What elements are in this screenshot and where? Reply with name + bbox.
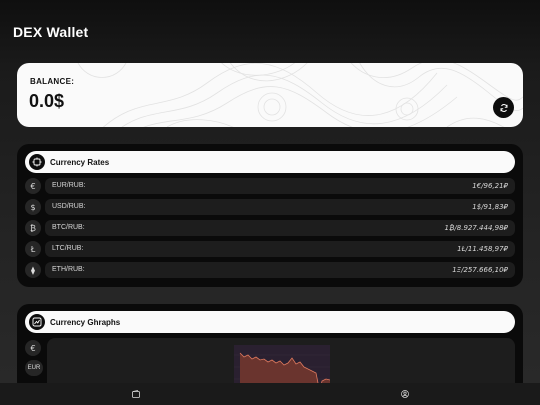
rate-pair: LTC/RUB:	[52, 245, 84, 252]
rate-value: 1Ξ/257.666,10₽	[452, 266, 508, 274]
currency-graphs-panel: Currency Ghraphs € EUR	[17, 304, 523, 394]
wallet-icon	[132, 390, 140, 398]
chart-icon	[29, 314, 45, 330]
rate-pair: ETH/RUB:	[52, 266, 85, 273]
topographic-pattern	[77, 63, 523, 127]
balance-card: BALANCE: 0.0$	[17, 63, 523, 127]
rate-row-ltc[interactable]: Ł LTC/RUB: 1Ł/11.458,97₽	[25, 241, 515, 257]
rate-row-eth[interactable]: ⧫ ETH/RUB: 1Ξ/257.666,10₽	[25, 262, 515, 278]
currency-graphs-title: Currency Ghraphs	[50, 317, 121, 327]
bitcoin-icon: ₿	[25, 220, 41, 236]
rate-row-eur[interactable]: € EUR/RUB: 1€/96,21₽	[25, 178, 515, 194]
rate-pair: EUR/RUB:	[52, 182, 86, 189]
rate-bar: EUR/RUB: 1€/96,21₽	[45, 178, 515, 194]
app-title: DEX Wallet	[13, 24, 89, 40]
rate-bar: USD/RUB: 1$/91,83₽	[45, 199, 515, 215]
refresh-icon	[500, 103, 507, 112]
bottom-nav	[0, 383, 540, 405]
rate-value: 1₿/8.927.444,98₽	[444, 224, 508, 232]
nav-profile[interactable]	[399, 388, 411, 400]
rate-pair: BTC/RUB:	[52, 224, 85, 231]
dollar-icon: $	[25, 199, 41, 215]
user-icon	[401, 390, 409, 398]
rate-value: 1Ł/11.458,97₽	[457, 245, 508, 253]
euro-icon[interactable]: €	[25, 340, 41, 356]
litecoin-icon: Ł	[25, 241, 41, 257]
currency-rates-title: Currency Rates	[50, 157, 110, 167]
currency-rates-icon	[29, 154, 45, 170]
currency-rates-header[interactable]: Currency Rates	[25, 151, 515, 173]
balance-label: BALANCE:	[30, 77, 75, 86]
nav-wallet[interactable]	[130, 388, 142, 400]
euro-icon: €	[25, 178, 41, 194]
rate-row-btc[interactable]: ₿ BTC/RUB: 1₿/8.927.444,98₽	[25, 220, 515, 236]
rate-value: 1$/91,83₽	[472, 203, 508, 211]
rate-value: 1€/96,21₽	[472, 182, 508, 190]
balance-value: 0.0$	[29, 91, 65, 111]
currency-graphs-header[interactable]: Currency Ghraphs	[25, 311, 515, 333]
refresh-button[interactable]	[493, 97, 514, 118]
currency-rates-panel: Currency Rates € EUR/RUB: 1€/96,21₽ $ US…	[17, 144, 523, 287]
rate-bar: LTC/RUB: 1Ł/11.458,97₽	[45, 241, 515, 257]
ethereum-icon: ⧫	[25, 262, 41, 278]
rate-pair: USD/RUB:	[52, 203, 86, 210]
rate-bar: BTC/RUB: 1₿/8.927.444,98₽	[45, 220, 515, 236]
rate-row-usd[interactable]: $ USD/RUB: 1$/91,83₽	[25, 199, 515, 215]
rate-bar: ETH/RUB: 1Ξ/257.666,10₽	[45, 262, 515, 278]
currency-code[interactable]: EUR	[25, 360, 43, 376]
